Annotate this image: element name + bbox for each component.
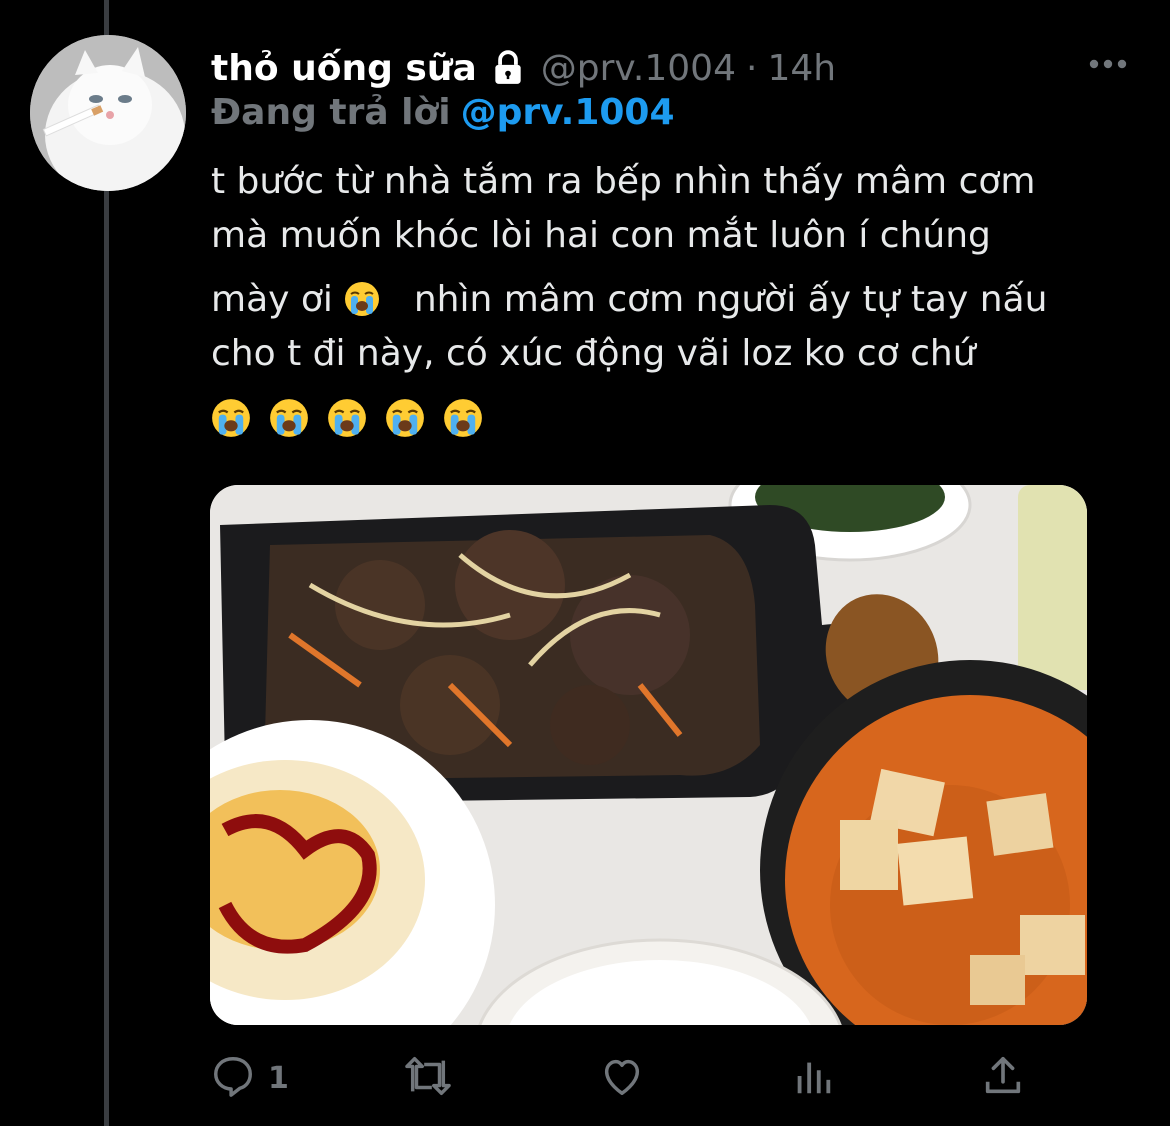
tweet-text-line-1: t bước từ nhà tắm ra bếp nhìn thấy mâm c… — [211, 161, 1036, 202]
tweet-header: thỏ uống sữa @prv.1004 · 14h — [211, 40, 836, 96]
avatar-image — [30, 35, 186, 191]
separator-dot: · — [745, 47, 758, 89]
avatar[interactable] — [30, 35, 186, 191]
share-icon — [980, 1053, 1026, 1103]
tweet-text-line-3: mày ơi nhìn mâm cơm người ấy tự tay nấu — [211, 276, 1141, 324]
replying-to: Đang trả lời @prv.1004 — [211, 92, 675, 138]
tweet-text-line-2: mà muốn khóc lòi hai con mắt luôn í chún… — [211, 215, 991, 256]
replying-prefix: Đang trả lời — [211, 92, 451, 133]
tweet-photo[interactable] — [210, 485, 1087, 1025]
user-handle[interactable]: @prv.1004 — [541, 48, 736, 89]
loudly-crying-face-emoji — [212, 399, 250, 437]
reply-icon — [210, 1053, 256, 1103]
loudly-crying-face-emoji — [386, 399, 424, 437]
tweet-text-line-4: cho t đi này, có xúc động vãi loz ko cơ … — [211, 333, 976, 374]
action-bar: 1 — [210, 1050, 1090, 1106]
retweet-icon — [400, 1053, 456, 1103]
reply-button[interactable]: 1 — [210, 1050, 289, 1106]
like-button[interactable] — [598, 1050, 646, 1106]
lock-icon — [489, 49, 527, 87]
tweet-text-segment: mày ơi — [211, 279, 333, 320]
replying-to-handle[interactable]: @prv.1004 — [461, 92, 675, 133]
like-icon — [598, 1053, 646, 1103]
timestamp[interactable]: 14h — [767, 48, 836, 89]
loudly-crying-face-emoji — [328, 399, 366, 437]
loudly-crying-face-emoji — [270, 399, 308, 437]
tweet-text-segment: nhìn mâm cơm người ấy tự tay nấu — [413, 279, 1048, 320]
loudly-crying-face-emoji — [444, 399, 482, 437]
reply-count: 1 — [268, 1060, 289, 1096]
food-photo — [210, 485, 1087, 1025]
loudly-crying-face-emoji — [345, 282, 380, 316]
emoji-row — [211, 398, 483, 438]
analytics-button[interactable] — [790, 1050, 836, 1106]
analytics-icon — [790, 1053, 836, 1103]
more-icon[interactable] — [1086, 44, 1130, 84]
retweet-button[interactable] — [400, 1050, 456, 1106]
display-name[interactable]: thỏ uống sữa — [211, 48, 477, 89]
share-button[interactable] — [980, 1050, 1026, 1106]
